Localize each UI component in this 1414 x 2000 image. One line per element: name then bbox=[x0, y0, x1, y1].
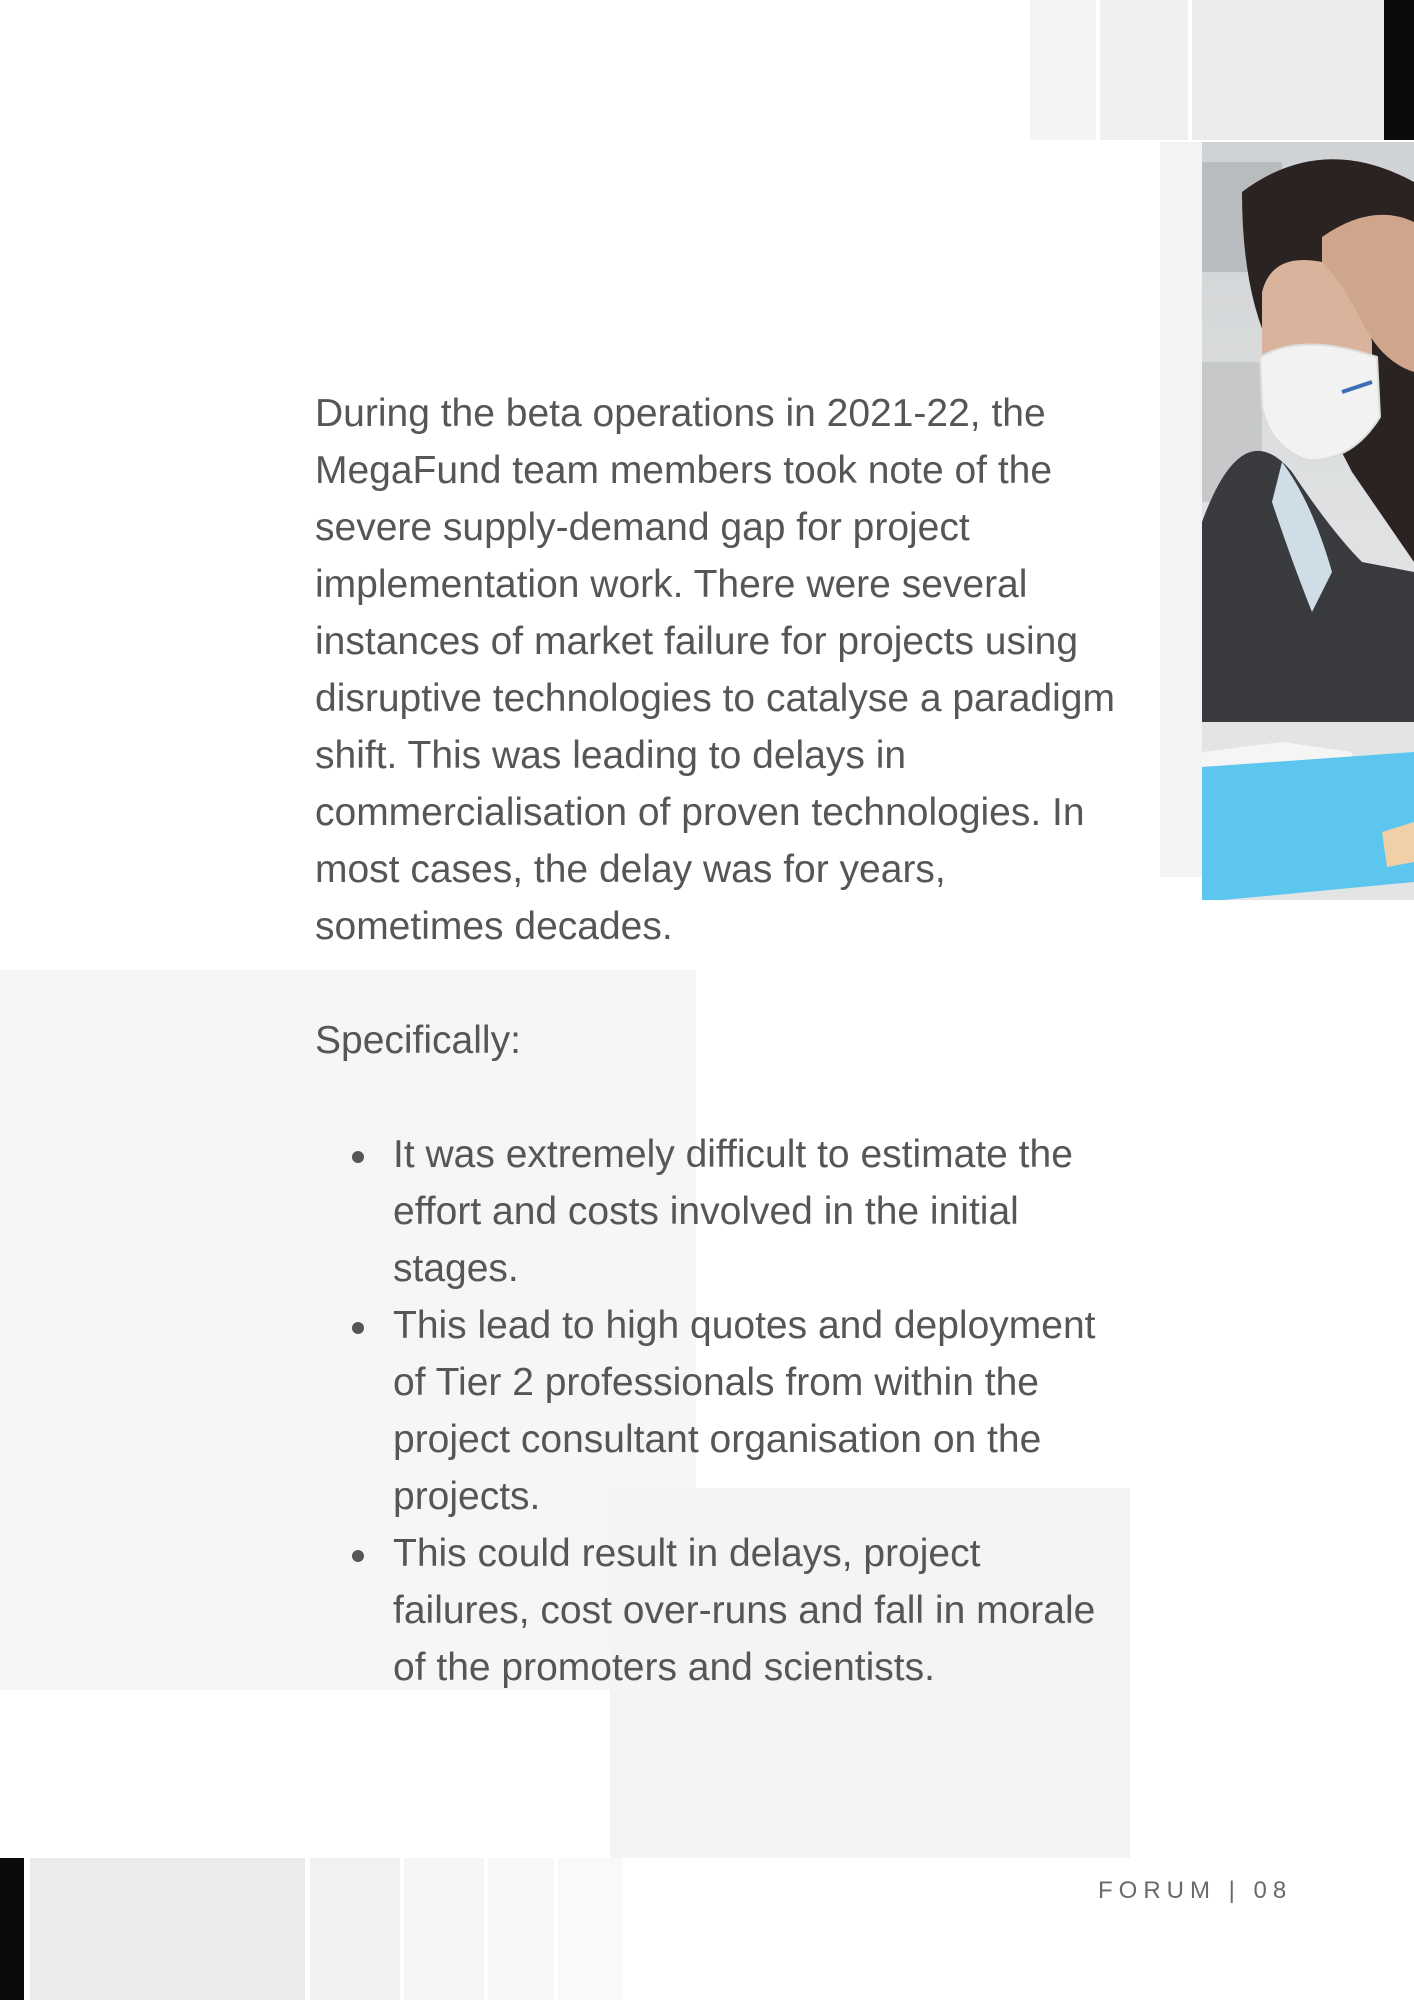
intro-paragraph: During the beta operations in 2021-22, t… bbox=[315, 392, 1115, 948]
decor-block-bottom-4 bbox=[488, 1858, 554, 2000]
decor-block-bottom-1 bbox=[30, 1858, 305, 2000]
list-item: This lead to high quotes and deployment … bbox=[315, 1297, 1115, 1525]
body-text: During the beta operations in 2021-22, t… bbox=[315, 385, 1115, 1696]
decor-block-bottom-5 bbox=[558, 1858, 622, 2000]
list-item-text: It was extremely difficult to estimate t… bbox=[393, 1133, 1073, 1290]
list-item: This could result in delays, project fai… bbox=[315, 1525, 1115, 1696]
bullet-list: It was extremely difficult to estimate t… bbox=[315, 1126, 1115, 1696]
decor-block-top-black bbox=[1384, 0, 1414, 140]
bullet-icon bbox=[352, 1151, 364, 1163]
decor-block-top-3 bbox=[1192, 0, 1384, 140]
list-item-text: This lead to high quotes and deployment … bbox=[393, 1304, 1096, 1518]
decor-block-bottom-2 bbox=[310, 1858, 400, 2000]
bullet-icon bbox=[352, 1550, 364, 1562]
specifically-label: Specifically: bbox=[315, 1019, 521, 1062]
woman-with-mask-photo bbox=[1202, 142, 1414, 900]
list-item-text: This could result in delays, project fai… bbox=[393, 1532, 1096, 1689]
decor-block-bottom-black bbox=[0, 1858, 24, 2000]
page-footer: FORUM | 08 bbox=[1098, 1877, 1293, 1904]
list-item: It was extremely difficult to estimate t… bbox=[315, 1126, 1115, 1297]
decor-block-bottom-3 bbox=[404, 1858, 484, 2000]
decor-block-top-1 bbox=[1030, 0, 1096, 140]
decor-block-top-2 bbox=[1100, 0, 1188, 140]
bullet-icon bbox=[352, 1322, 364, 1334]
